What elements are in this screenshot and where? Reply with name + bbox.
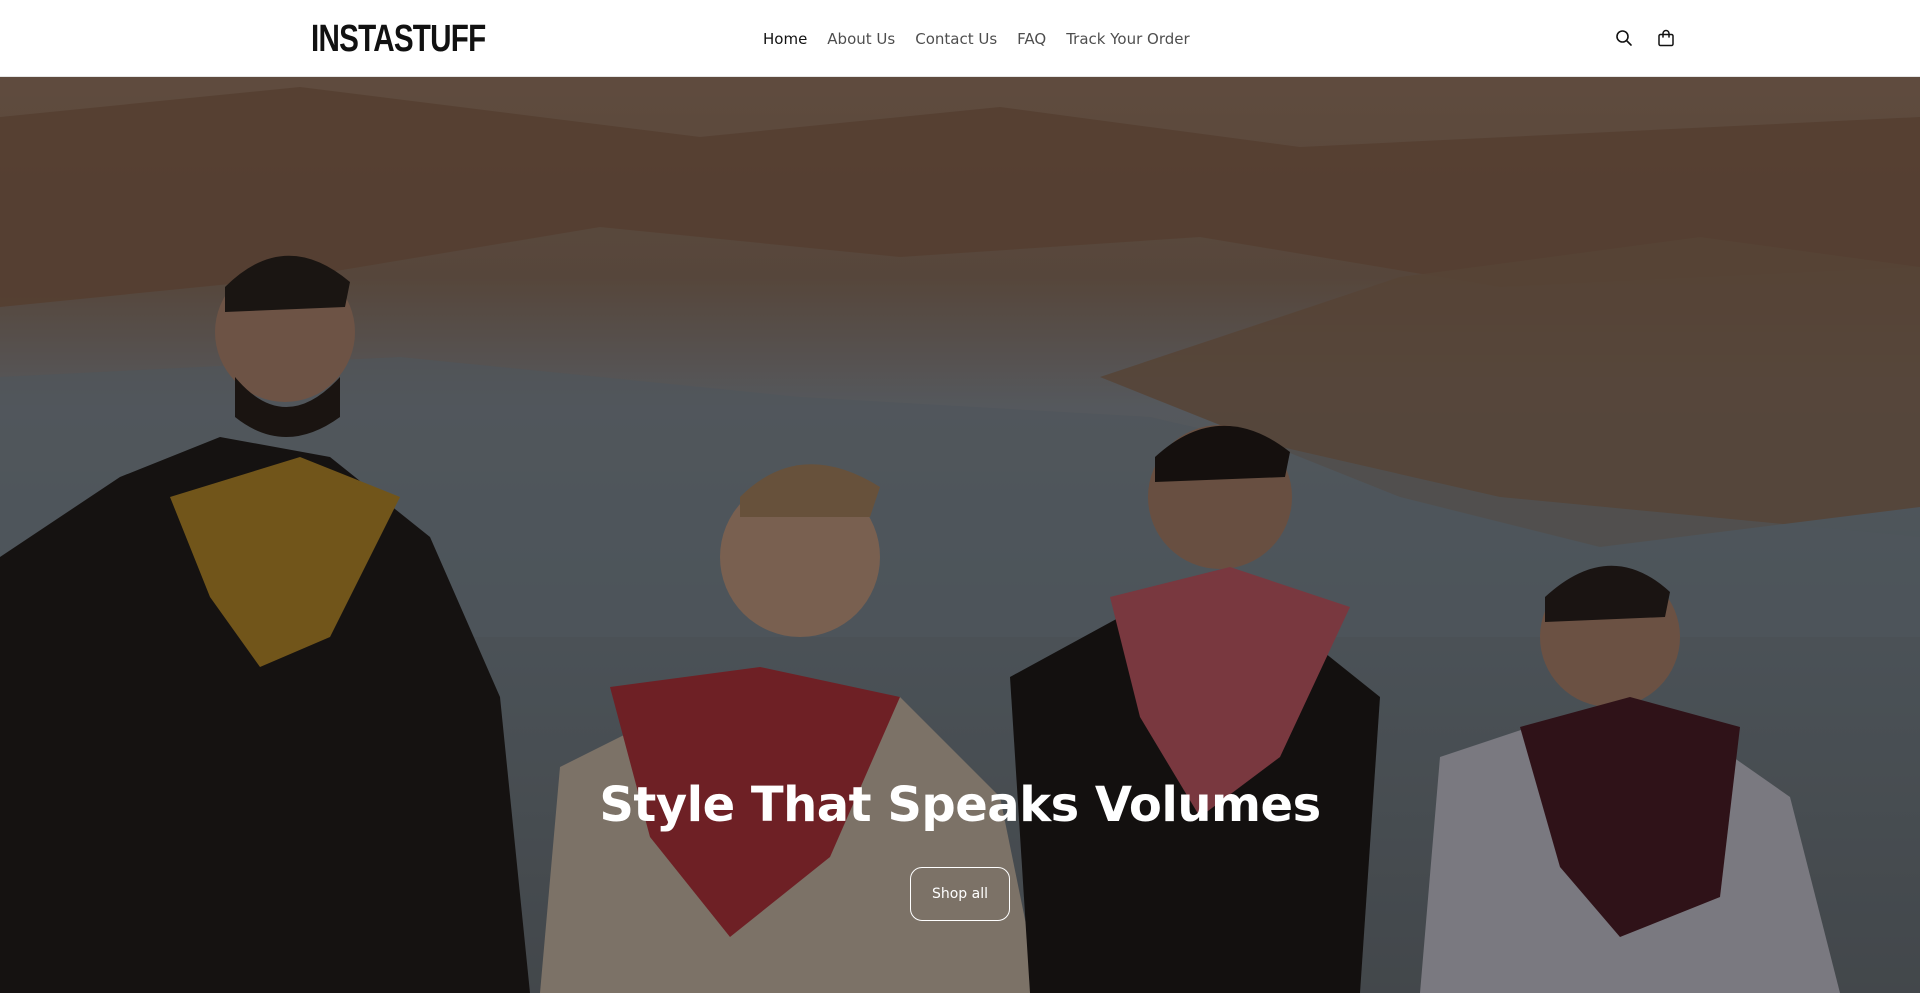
site-header: INSTASTUFF Home About Us Contact Us FAQ … bbox=[0, 0, 1920, 77]
hero-title: Style That Speaks Volumes bbox=[599, 777, 1321, 833]
shop-all-button[interactable]: Shop all bbox=[910, 867, 1010, 921]
search-icon[interactable] bbox=[1613, 27, 1635, 49]
site-logo[interactable]: INSTASTUFF bbox=[311, 20, 486, 58]
nav-track-order[interactable]: Track Your Order bbox=[1066, 28, 1189, 50]
nav-contact-us[interactable]: Contact Us bbox=[915, 28, 997, 50]
nav-home[interactable]: Home bbox=[763, 28, 807, 50]
hero-overlay bbox=[0, 77, 1920, 993]
hero-banner: Style That Speaks Volumes Shop all bbox=[0, 77, 1920, 993]
main-nav: Home About Us Contact Us FAQ Track Your … bbox=[763, 28, 1210, 50]
cart-icon[interactable] bbox=[1655, 27, 1677, 49]
nav-about-us[interactable]: About Us bbox=[827, 28, 895, 50]
nav-faq[interactable]: FAQ bbox=[1017, 28, 1046, 50]
